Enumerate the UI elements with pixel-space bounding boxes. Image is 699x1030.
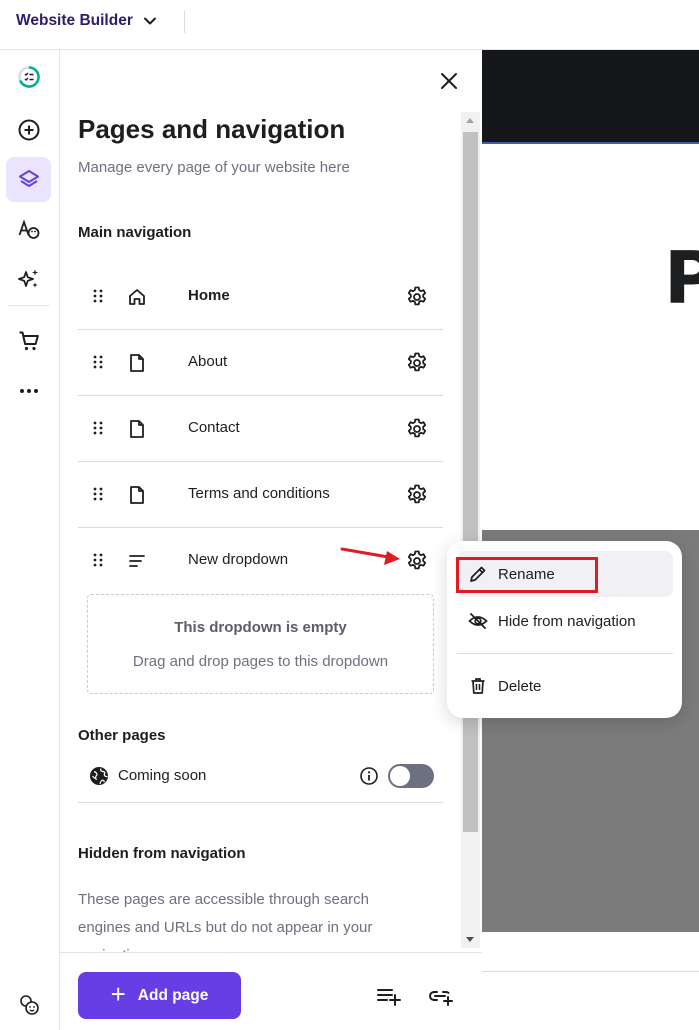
drag-handle-icon[interactable]: [92, 355, 104, 369]
store-cart-icon: [19, 331, 39, 350]
dropdown-empty-title: This dropdown is empty: [174, 619, 347, 636]
panel-footer: + Add page: [60, 952, 482, 1030]
gear-icon[interactable]: [405, 483, 429, 507]
toggle-knob: [390, 766, 410, 786]
more-icon: [19, 388, 38, 393]
page-icon: [130, 486, 144, 504]
website-preview: P: [482, 50, 699, 1030]
drag-handle-icon[interactable]: [92, 289, 104, 303]
other-pages-heading: Other pages: [78, 727, 166, 744]
home-icon: [129, 289, 145, 305]
eye-off-icon: [468, 613, 488, 629]
info-icon[interactable]: [358, 765, 380, 787]
drag-handle-icon[interactable]: [92, 487, 104, 501]
nav-label: Terms and conditions: [188, 485, 330, 502]
add-page-button[interactable]: + Add page: [78, 972, 241, 1019]
add-element-icon: [18, 119, 39, 140]
ai-tools-icon: [17, 269, 38, 287]
add-dropdown-icon[interactable]: [376, 985, 402, 1007]
store-button[interactable]: [6, 318, 51, 363]
gear-icon[interactable]: [405, 417, 429, 441]
dropdown-lines-icon: [129, 555, 145, 567]
menu-item-label: Hide from navigation: [498, 612, 636, 630]
preview-divider: [482, 971, 699, 972]
scroll-thumb[interactable]: [463, 132, 478, 832]
top-bar: Website Builder: [0, 0, 699, 50]
other-page-label: Coming soon: [118, 767, 207, 784]
preview-heading: P: [664, 236, 699, 320]
plus-icon: +: [110, 979, 126, 1009]
rename-highlight-box: [456, 557, 598, 593]
nav-label: New dropdown: [188, 551, 289, 568]
gear-icon[interactable]: [405, 549, 429, 573]
styles-button[interactable]: [6, 207, 51, 252]
menu-item-delete[interactable]: Delete: [457, 663, 673, 709]
drag-handle-icon[interactable]: [92, 553, 104, 567]
scroll-up-arrow[interactable]: [466, 118, 474, 123]
nav-label: Home: [188, 287, 230, 304]
gear-icon[interactable]: [405, 351, 429, 375]
hidden-pages-heading: Hidden from navigation: [78, 845, 246, 862]
main-navigation-heading: Main navigation: [78, 224, 192, 241]
visibility-toggle[interactable]: [388, 764, 434, 788]
annotation-arrow-icon: [340, 547, 400, 565]
dropdown-empty-hint: Drag and drop pages to this dropdown: [132, 653, 389, 670]
page-icon: [130, 420, 144, 438]
rail-divider: [8, 305, 50, 306]
more-button[interactable]: [6, 368, 51, 413]
layers-icon: [18, 169, 39, 187]
page-icon: [130, 354, 144, 372]
nav-row-terms[interactable]: Terms and conditions: [78, 462, 443, 528]
panel-subtitle: Manage every page of your website here: [78, 159, 350, 176]
other-page-row[interactable]: Coming soon: [78, 755, 443, 803]
nav-row-contact[interactable]: Contact: [78, 396, 443, 462]
app-title: Website Builder: [16, 12, 133, 29]
styles-icon: [18, 218, 39, 239]
pages-navigation-panel: Pages and navigation Manage every page o…: [60, 50, 482, 1030]
panel-scrollbar[interactable]: [461, 112, 480, 948]
drag-handle-icon[interactable]: [92, 421, 104, 435]
dropdown-drop-zone[interactable]: This dropdown is empty Drag and drop pag…: [87, 594, 434, 694]
close-icon: [441, 73, 457, 89]
chevron-down-icon: [143, 17, 156, 25]
preview-accent-line: [482, 142, 699, 144]
nav-row-about[interactable]: About: [78, 330, 443, 396]
topbar-divider: [184, 11, 185, 33]
menu-divider: [457, 653, 673, 654]
menu-item-hide[interactable]: Hide from navigation: [457, 598, 673, 644]
checklist-icon: [17, 65, 40, 88]
panel-title: Pages and navigation: [78, 114, 346, 144]
add-link-icon[interactable]: [428, 985, 454, 1007]
globe-icon: [90, 767, 108, 785]
preview-header: [482, 50, 699, 142]
add-page-label: Add page: [137, 986, 209, 1004]
nav-label: About: [188, 353, 228, 370]
add-element-button[interactable]: [6, 107, 51, 152]
nav-label: Contact: [188, 419, 240, 436]
scroll-down-arrow[interactable]: [466, 937, 474, 942]
menu-item-label: Delete: [498, 677, 542, 695]
layers-button[interactable]: [6, 157, 51, 202]
hidden-pages-description: These pages are accessible through searc…: [78, 891, 373, 956]
cookie-icon: [19, 994, 39, 1015]
app-switcher[interactable]: Website Builder: [16, 12, 157, 30]
close-panel-button[interactable]: [436, 68, 462, 94]
ai-tools-button[interactable]: [6, 256, 51, 301]
gear-icon[interactable]: [405, 285, 429, 309]
checklist-button[interactable]: [6, 54, 51, 99]
nav-row-home[interactable]: Home: [78, 264, 443, 330]
cookie-button[interactable]: [6, 982, 51, 1027]
trash-icon: [471, 678, 485, 694]
left-rail: [0, 50, 60, 1030]
